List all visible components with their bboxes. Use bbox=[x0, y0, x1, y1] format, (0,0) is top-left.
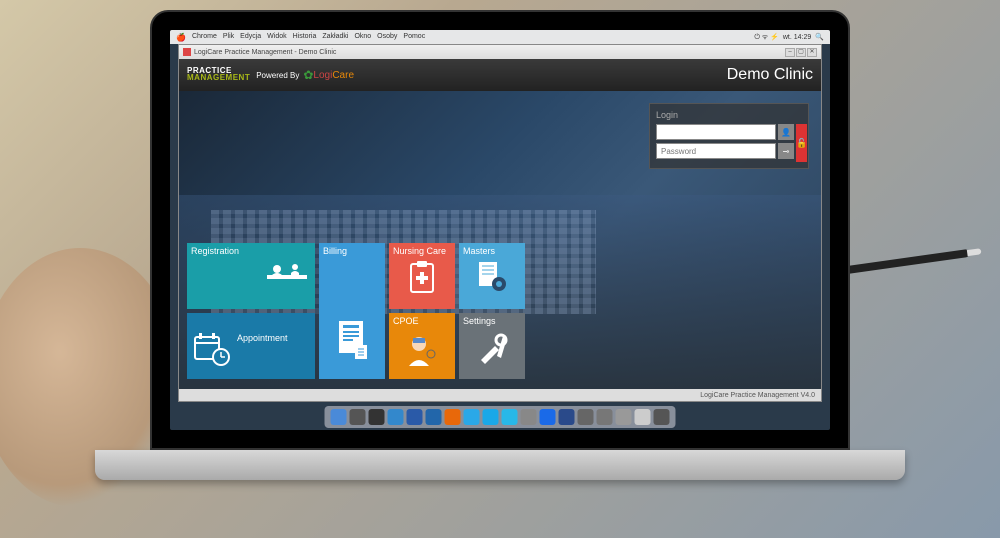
tile-appointment[interactable]: Appointment bbox=[187, 313, 315, 379]
tile-billing[interactable]: Billing bbox=[319, 243, 385, 379]
username-input[interactable] bbox=[656, 124, 776, 140]
dock-app-13[interactable] bbox=[578, 409, 594, 425]
dock-app-7[interactable] bbox=[464, 409, 480, 425]
content-area: Login 👤 ⊸ bbox=[179, 91, 821, 389]
menu-view[interactable]: Widok bbox=[267, 33, 286, 42]
registration-icon bbox=[267, 261, 307, 298]
dock-app-4[interactable] bbox=[407, 409, 423, 425]
minimize-button[interactable]: – bbox=[785, 48, 795, 57]
dock-app-2[interactable] bbox=[369, 409, 385, 425]
dock-app-1[interactable] bbox=[350, 409, 366, 425]
titlebar[interactable]: LogiCare Practice Management - Demo Clin… bbox=[179, 45, 821, 59]
menu-help[interactable]: Pomoc bbox=[403, 33, 425, 42]
invoice-icon bbox=[335, 319, 371, 371]
laptop-base bbox=[95, 450, 905, 480]
medical-clipboard-icon bbox=[407, 260, 437, 301]
user-icon: 👤 bbox=[778, 124, 794, 140]
unlock-icon: 🔓 bbox=[796, 138, 807, 149]
menu-chrome[interactable]: Chrome bbox=[192, 33, 217, 42]
dock bbox=[325, 406, 676, 428]
wrench-screwdriver-icon bbox=[477, 332, 509, 371]
dock-app-9[interactable] bbox=[502, 409, 518, 425]
dock-app-10[interactable] bbox=[521, 409, 537, 425]
app-footer: LogiCare Practice Management V4.0 bbox=[179, 389, 821, 401]
document-gear-icon bbox=[477, 260, 509, 301]
search-icon[interactable]: 🔍 bbox=[815, 33, 824, 41]
mac-menubar: 🍎 Chrome Plik Edycja Widok Historia Zakł… bbox=[170, 30, 830, 44]
key-icon: ⊸ bbox=[778, 143, 794, 159]
tile-nursing-care[interactable]: Nursing Care bbox=[389, 243, 455, 309]
leaf-icon: ✿ bbox=[303, 68, 313, 82]
login-panel: Login 👤 ⊸ bbox=[649, 103, 809, 169]
dock-app-14[interactable] bbox=[597, 409, 613, 425]
apple-icon[interactable]: 🍎 bbox=[176, 33, 186, 42]
tiles-grid: Registration Appointment bbox=[187, 243, 525, 379]
menu-people[interactable]: Osoby bbox=[377, 33, 397, 42]
password-input[interactable] bbox=[656, 143, 776, 159]
menu-file[interactable]: Plik bbox=[223, 33, 234, 42]
menu-bookmarks[interactable]: Zakładki bbox=[322, 33, 348, 42]
maximize-button[interactable]: ▢ bbox=[796, 48, 806, 57]
dock-app-11[interactable] bbox=[540, 409, 556, 425]
app-window: LogiCare Practice Management - Demo Clin… bbox=[178, 44, 822, 402]
logicare-logo: ✿ LogiCare bbox=[303, 68, 354, 82]
tile-cpoe[interactable]: CPOE bbox=[389, 313, 455, 379]
app-header: PRACTICE MANAGEMENT Powered By ✿ LogiCar… bbox=[179, 59, 821, 91]
menu-window[interactable]: Okno bbox=[354, 33, 371, 42]
login-button[interactable]: 🔓 bbox=[796, 124, 807, 162]
clinic-name: Demo Clinic bbox=[727, 66, 813, 84]
powered-by-label: Powered By bbox=[256, 71, 299, 80]
dock-app-12[interactable] bbox=[559, 409, 575, 425]
dock-app-6[interactable] bbox=[445, 409, 461, 425]
dock-app-3[interactable] bbox=[388, 409, 404, 425]
dock-app-16[interactable] bbox=[635, 409, 651, 425]
version-label: LogiCare Practice Management V4.0 bbox=[700, 392, 815, 399]
dock-app-17[interactable] bbox=[654, 409, 670, 425]
dock-app-15[interactable] bbox=[616, 409, 632, 425]
login-title: Login bbox=[656, 110, 802, 120]
doctor-icon bbox=[403, 334, 439, 375]
dock-app-8[interactable] bbox=[483, 409, 499, 425]
tile-masters[interactable]: Masters bbox=[459, 243, 525, 309]
dock-app-5[interactable] bbox=[426, 409, 442, 425]
brand-logo: PRACTICE MANAGEMENT bbox=[187, 68, 250, 82]
close-button[interactable]: ✕ bbox=[807, 48, 817, 57]
window-title: LogiCare Practice Management - Demo Clin… bbox=[194, 49, 336, 56]
clock: wt. 14:29 bbox=[783, 34, 811, 41]
tile-registration[interactable]: Registration bbox=[187, 243, 315, 309]
status-icons: ⏻ ᯤ ⚡ bbox=[754, 33, 779, 42]
app-icon bbox=[183, 48, 191, 56]
dock-app-0[interactable] bbox=[331, 409, 347, 425]
calendar-clock-icon bbox=[193, 333, 233, 375]
menu-edit[interactable]: Edycja bbox=[240, 33, 261, 42]
menu-history[interactable]: Historia bbox=[293, 33, 317, 42]
tile-settings[interactable]: Settings bbox=[459, 313, 525, 379]
